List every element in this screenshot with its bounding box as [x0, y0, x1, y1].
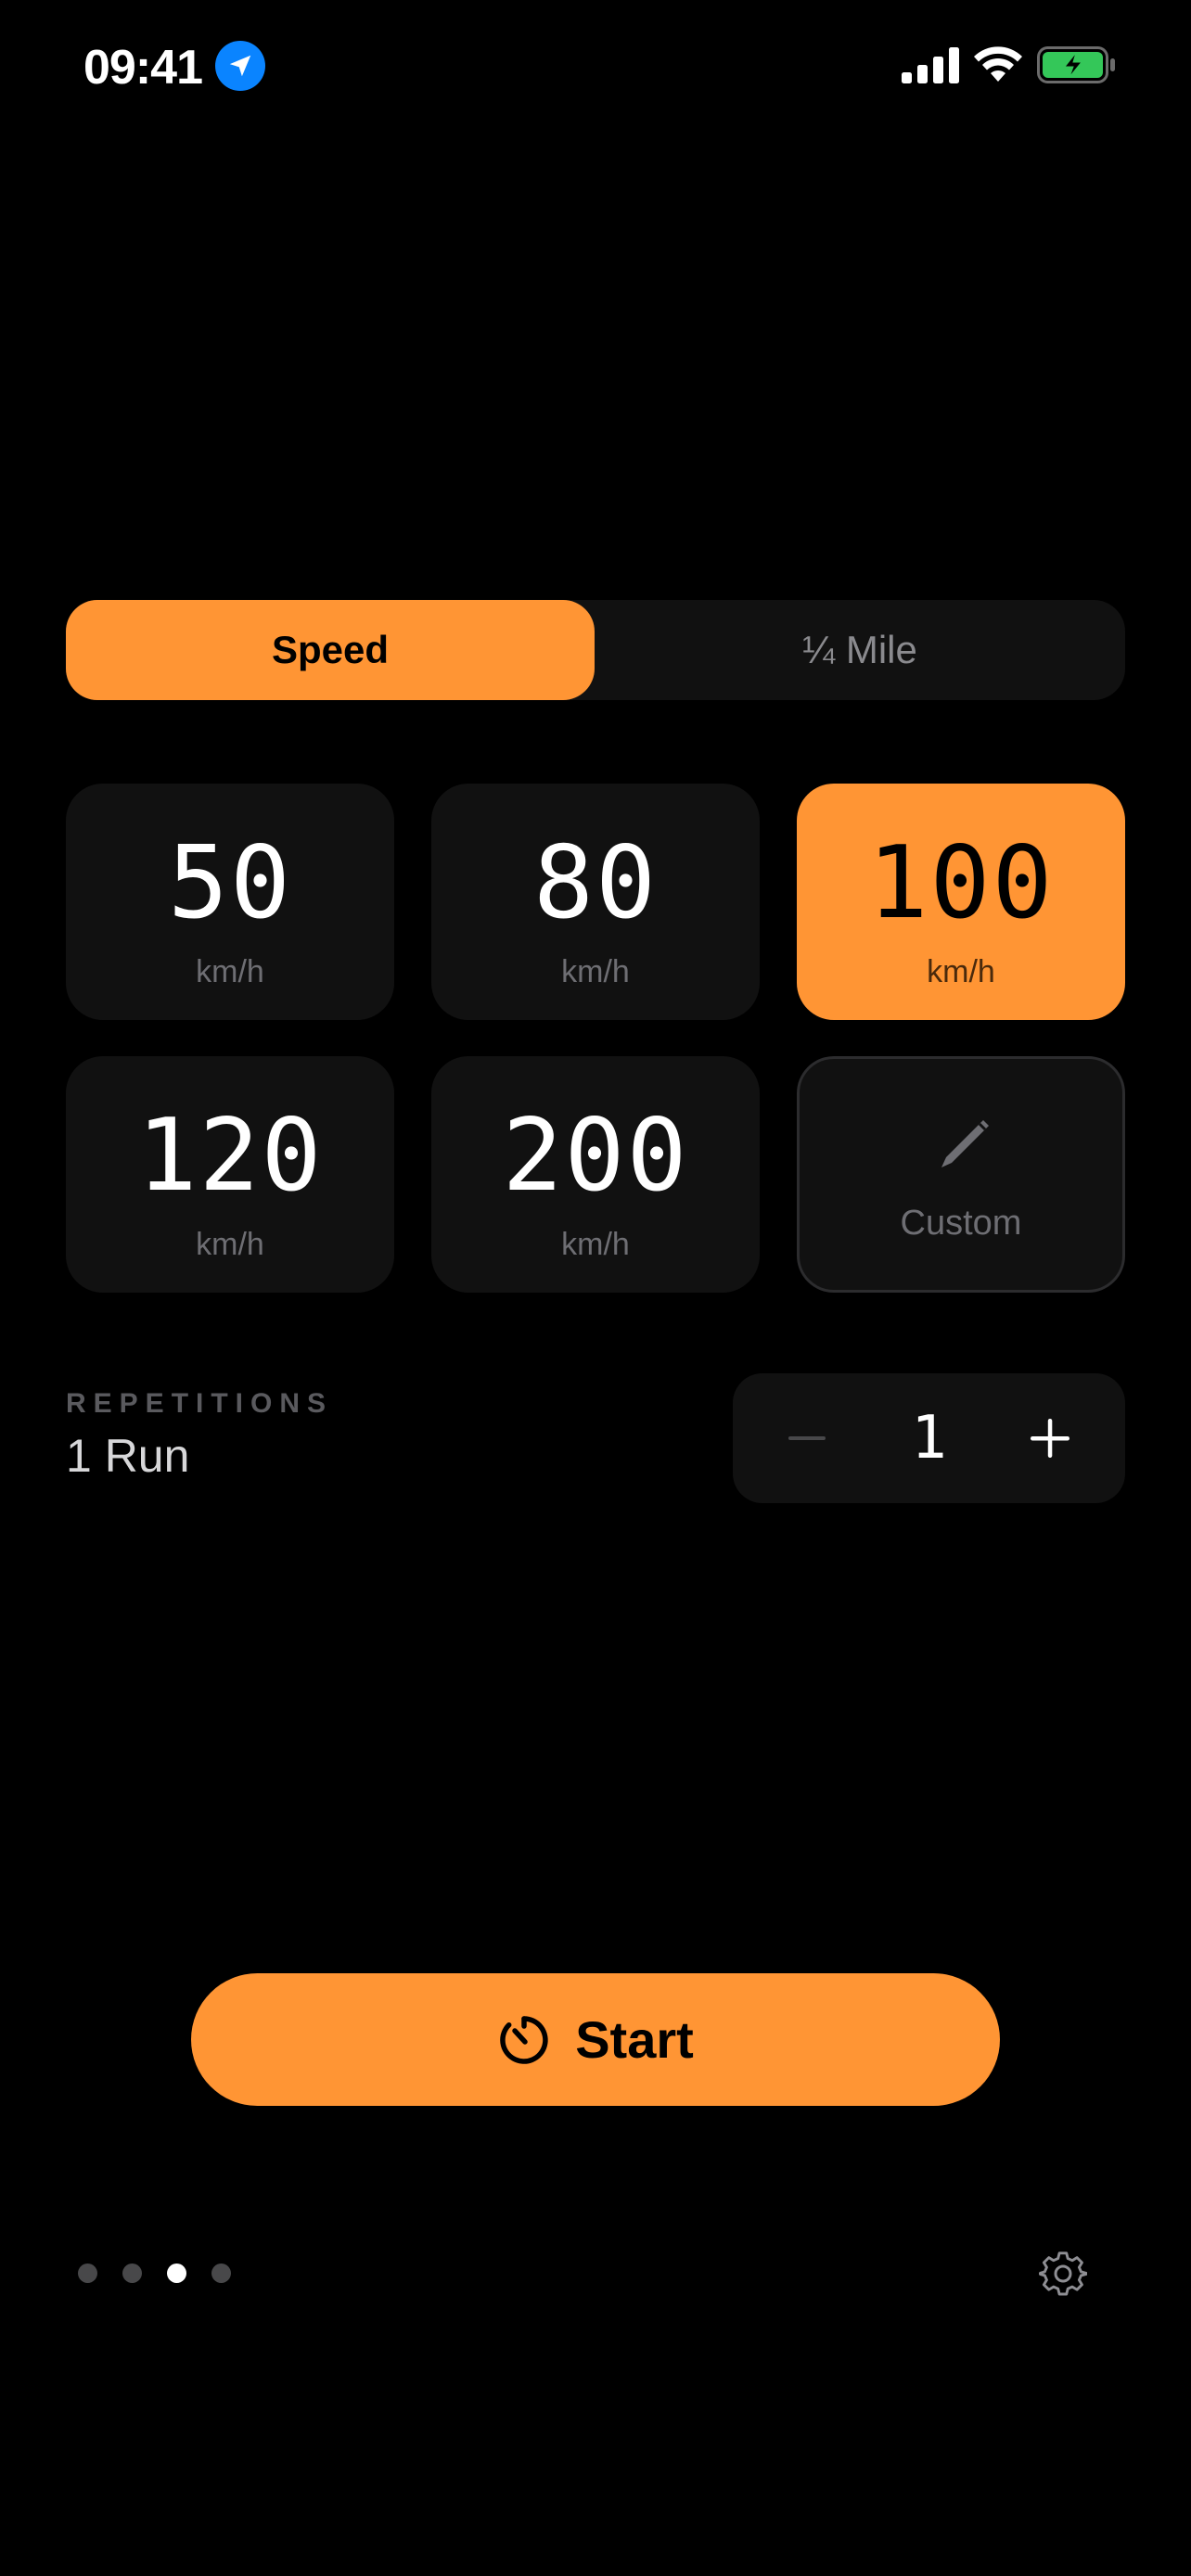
start-button[interactable]: Start [191, 1973, 1000, 2106]
page-dot[interactable] [211, 2264, 231, 2283]
speed-value: 100 [867, 825, 1055, 941]
mode-segmented-control: Speed ¼ Mile [66, 600, 1125, 700]
status-time: 09:41 [83, 41, 203, 95]
segment-speed[interactable]: Speed [66, 600, 595, 700]
speed-unit: km/h [561, 954, 630, 989]
speed-value: 120 [136, 1098, 324, 1214]
segment-quarter-mile[interactable]: ¼ Mile [595, 600, 1125, 700]
speed-unit: km/h [196, 1227, 264, 1262]
speed-tile-50[interactable]: 50 km/h [66, 784, 394, 1020]
speed-value: 50 [167, 825, 293, 941]
battery-charging-icon [1037, 46, 1115, 83]
timer-icon [500, 2015, 548, 2064]
speed-tile-80[interactable]: 80 km/h [431, 784, 760, 1020]
location-arrow-icon [215, 41, 265, 91]
page-indicator[interactable] [78, 2264, 231, 2283]
speed-tile-100[interactable]: 100 km/h [797, 784, 1125, 1020]
gear-icon[interactable] [1039, 2250, 1087, 2298]
speed-value: 200 [502, 1098, 689, 1214]
repetitions-summary: 1 Run [66, 1430, 190, 1482]
minus-icon [788, 1436, 826, 1440]
pencil-icon [941, 1120, 989, 1167]
custom-label: Custom [900, 1204, 1022, 1243]
wifi-icon [974, 46, 1022, 82]
speed-unit: km/h [927, 954, 995, 989]
repetitions-label: REPETITIONS [66, 1388, 334, 1419]
page-dot[interactable] [122, 2264, 142, 2283]
page-dot[interactable] [78, 2264, 97, 2283]
repetitions-stepper: 1 [733, 1373, 1125, 1503]
plus-icon [1031, 1419, 1069, 1458]
decrement-button[interactable] [770, 1401, 844, 1475]
speed-unit: km/h [196, 954, 264, 989]
custom-speed-tile[interactable]: Custom [797, 1056, 1125, 1293]
start-label: Start [575, 2010, 694, 2069]
speed-tile-200[interactable]: 200 km/h [431, 1056, 760, 1293]
page-dot-current[interactable] [167, 2264, 186, 2283]
increment-button[interactable] [1013, 1401, 1087, 1475]
cellular-signal-icon [902, 47, 959, 83]
speed-unit: km/h [561, 1227, 630, 1262]
speed-value: 80 [532, 825, 659, 941]
speed-tile-120[interactable]: 120 km/h [66, 1056, 394, 1293]
repetitions-count: 1 [911, 1404, 947, 1473]
